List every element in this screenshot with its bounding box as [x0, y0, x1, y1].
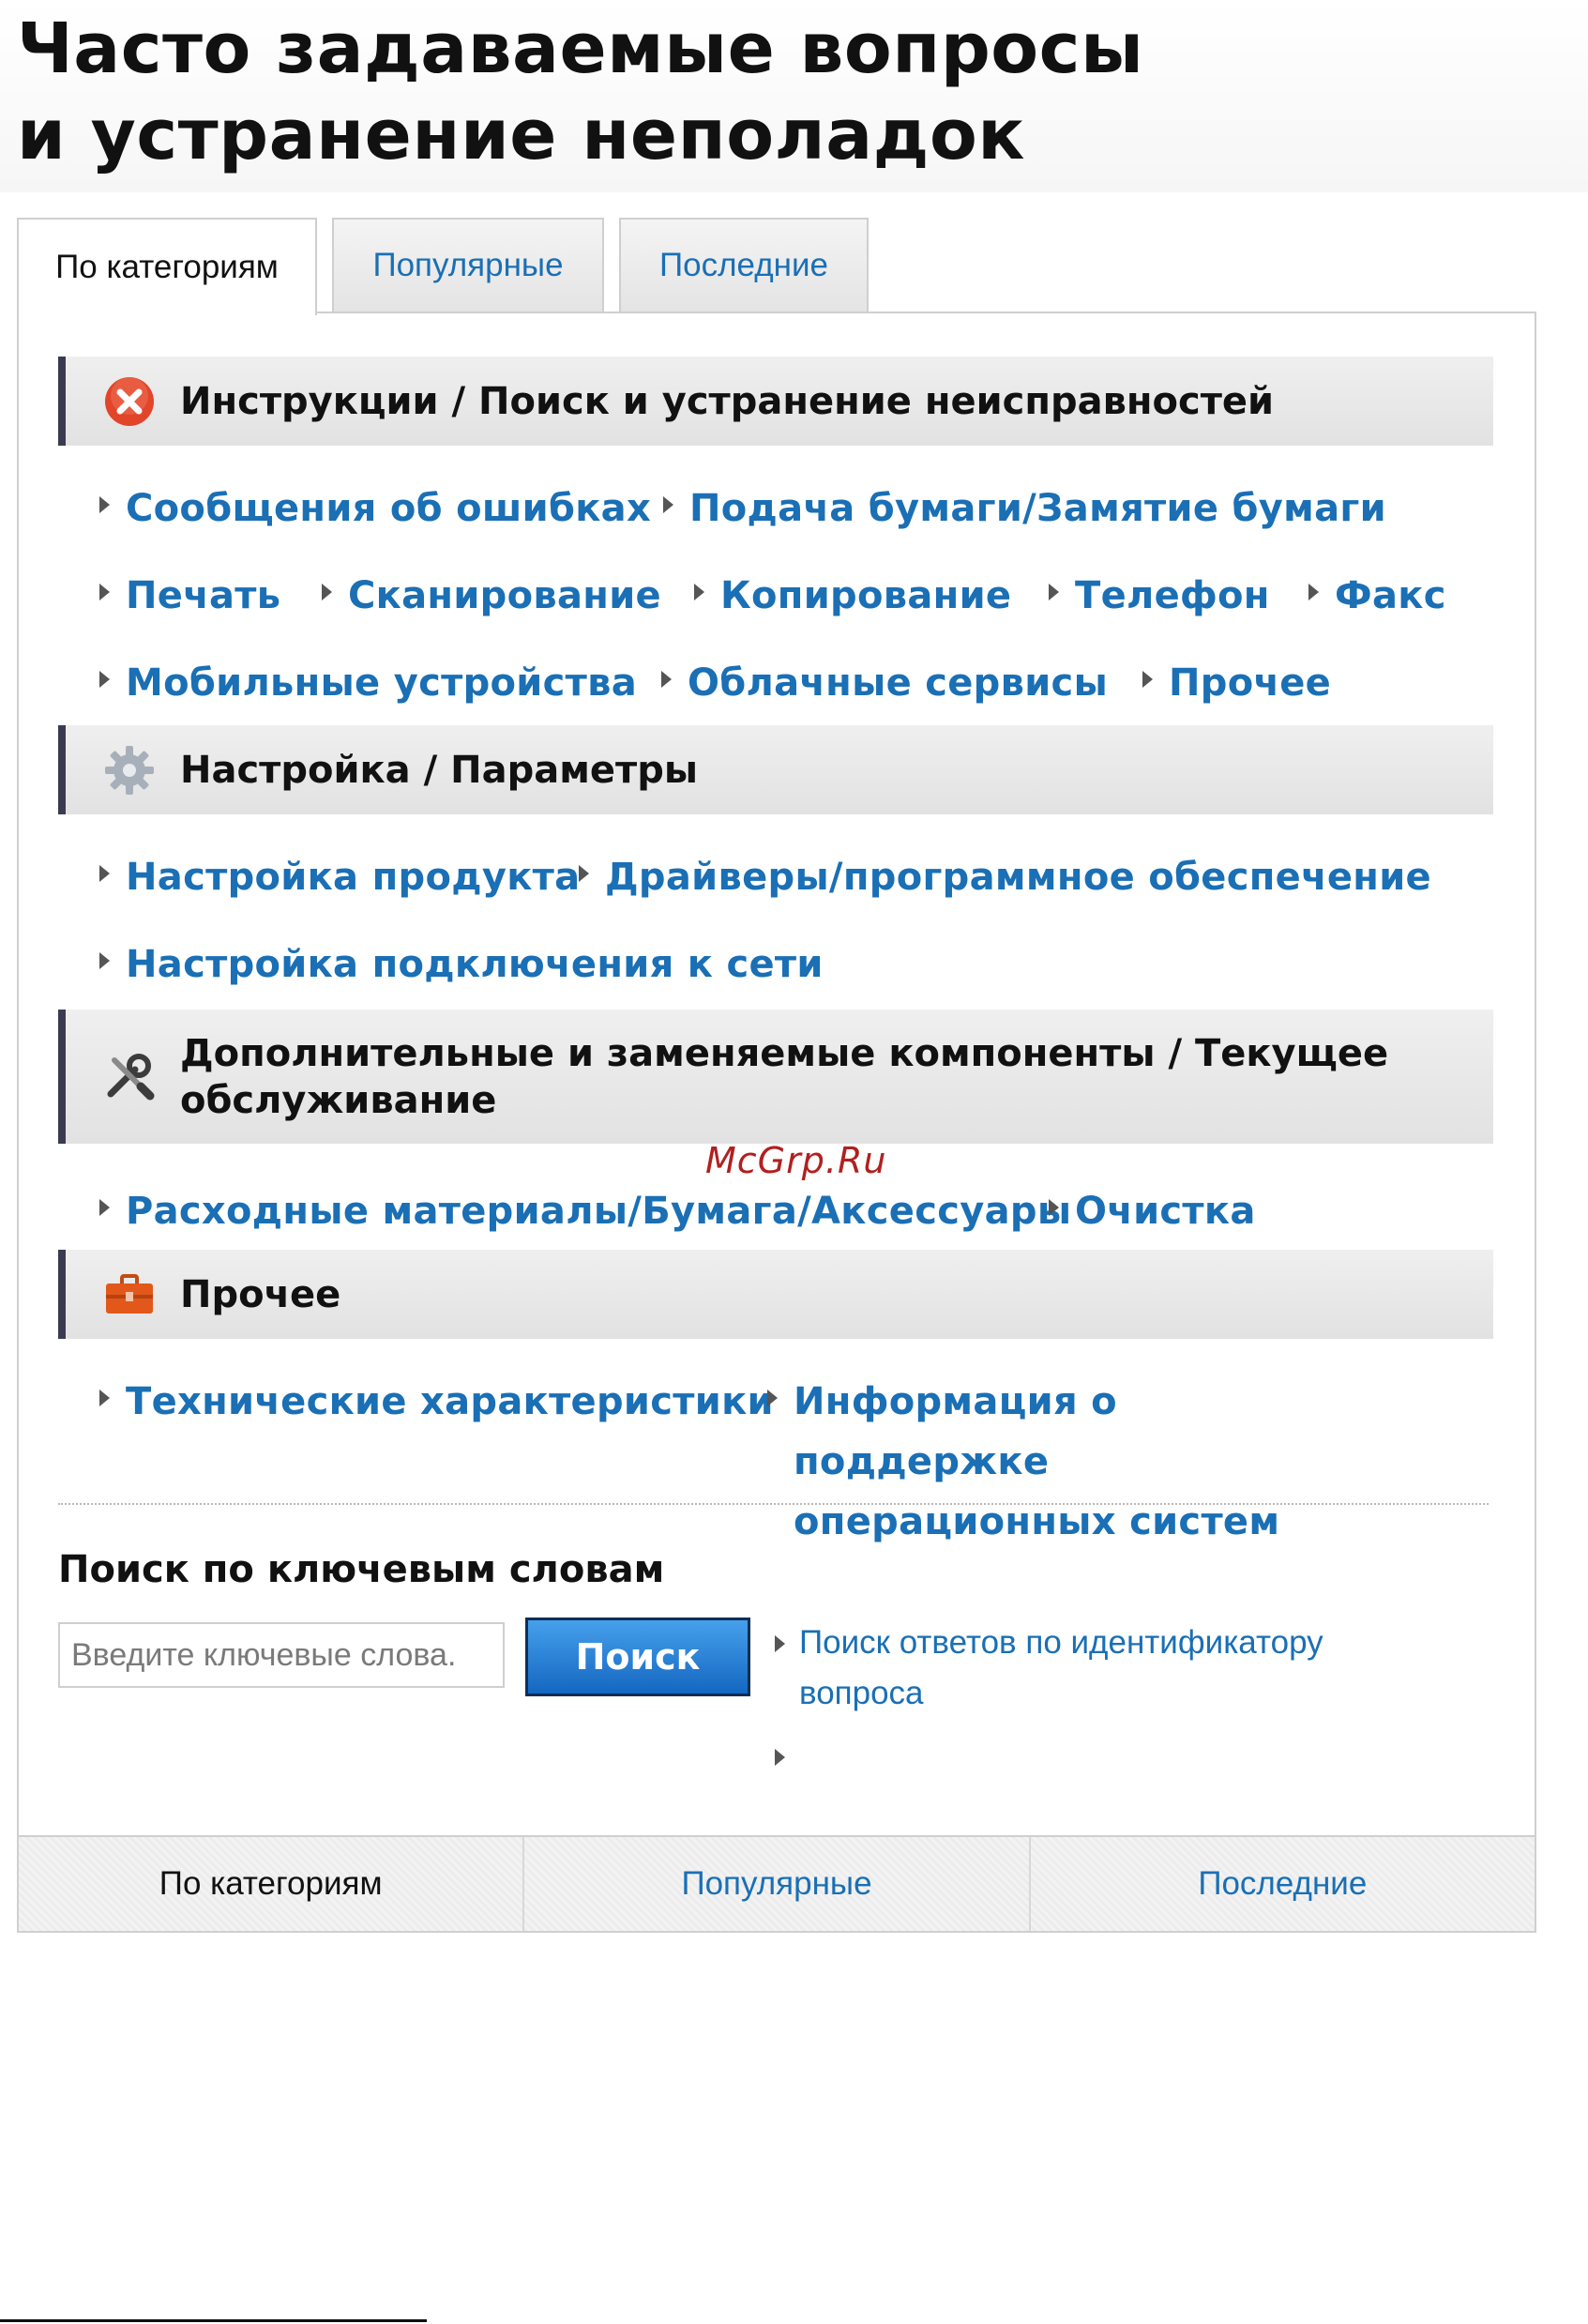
link-cloud[interactable]: Облачные сервисы — [688, 660, 1108, 706]
watermark: McGrp.Ru — [705, 1140, 887, 1181]
section-header-consumables: Дополнительные и заменяемые компоненты /… — [58, 1010, 1493, 1144]
tab-recent[interactable]: Последние — [619, 218, 869, 311]
search-heading: Поиск по ключевым словам — [58, 1548, 665, 1591]
link-phone[interactable]: Телефон — [1075, 572, 1270, 619]
link-mobile[interactable]: Мобильные устройства — [126, 660, 637, 706]
keyword-search-input[interactable] — [58, 1622, 505, 1688]
tab-by-category[interactable]: По категориям — [17, 218, 317, 315]
link-cleaning[interactable]: Очистка — [1075, 1188, 1256, 1235]
arrow-icon — [694, 584, 704, 600]
bottom-tab-recent[interactable]: Последние — [1031, 1837, 1535, 1931]
arrow-icon — [767, 1390, 778, 1406]
page-title: Часто задаваемые вопросы и устранение не… — [17, 8, 1144, 175]
arrow-icon — [99, 1390, 110, 1406]
link-other-troubleshoot[interactable]: Прочее — [1169, 660, 1331, 706]
link-question-id-search[interactable]: Поиск ответов по идентификатору вопроса — [799, 1618, 1399, 1719]
link-paper-feed[interactable]: Подача бумаги/Замятие бумаги — [689, 485, 1386, 532]
bottom-tab-by-category[interactable]: По категориям — [19, 1837, 525, 1931]
arrow-icon — [775, 1749, 785, 1766]
link-drivers[interactable]: Драйверы/программное обеспечение — [605, 854, 1431, 901]
footnote-rule — [0, 2319, 427, 2322]
section-header-other: Прочее — [58, 1250, 1493, 1339]
section-header-setup: Настройка / Параметры — [58, 725, 1493, 814]
arrow-icon — [99, 496, 110, 513]
link-network-setup[interactable]: Настройка подключения к сети — [126, 941, 824, 988]
arrow-icon — [99, 952, 110, 969]
arrow-icon — [663, 496, 673, 513]
gear-icon — [105, 745, 154, 795]
arrow-icon — [99, 671, 110, 688]
arrow-icon — [1142, 671, 1153, 688]
arrow-icon — [1308, 584, 1319, 600]
arrow-icon — [322, 584, 332, 600]
link-specifications[interactable]: Технические характеристики — [126, 1378, 774, 1425]
link-scan[interactable]: Сканирование — [348, 572, 661, 619]
section-header-troubleshooting: Инструкции / Поиск и устранение неисправ… — [58, 357, 1493, 446]
arrow-icon — [775, 1635, 785, 1652]
link-os-support[interactable]: Информация о поддержке операционных сист… — [794, 1372, 1375, 1552]
arrow-icon — [99, 865, 110, 882]
link-fax[interactable]: Факс — [1335, 572, 1446, 619]
link-product-setup[interactable]: Настройка продукта — [126, 854, 580, 901]
arrow-icon — [661, 671, 672, 688]
arrow-icon — [1049, 1199, 1059, 1216]
link-consumables[interactable]: Расходные материалы/Бумага/Аксессуары — [126, 1188, 1071, 1235]
link-print[interactable]: Печать — [126, 572, 280, 619]
section-title: Инструкции / Поиск и устранение неисправ… — [180, 379, 1275, 423]
bottom-tab-popular[interactable]: Популярные — [524, 1837, 1031, 1931]
search-button[interactable]: Поиск — [525, 1618, 750, 1696]
bottom-tab-bar: По категориям Популярные Последние — [17, 1835, 1536, 1933]
title-block: Часто задаваемые вопросы и устранение не… — [0, 0, 1588, 192]
arrow-icon — [99, 584, 110, 600]
divider — [58, 1503, 1489, 1505]
error-x-icon — [105, 376, 154, 426]
arrow-icon — [99, 1199, 110, 1216]
link-error-messages[interactable]: Сообщения об ошибках — [126, 485, 651, 532]
arrow-icon — [579, 865, 589, 882]
link-copy[interactable]: Копирование — [720, 572, 1011, 619]
section-title: Прочее — [180, 1272, 341, 1316]
arrow-icon — [1049, 584, 1059, 600]
tab-popular[interactable]: Популярные — [332, 218, 604, 311]
section-title: Дополнительные и заменяемые компоненты /… — [180, 1031, 1389, 1122]
tools-icon — [107, 1053, 155, 1100]
toolbox-icon — [106, 1273, 153, 1314]
section-title: Настройка / Параметры — [180, 748, 699, 792]
